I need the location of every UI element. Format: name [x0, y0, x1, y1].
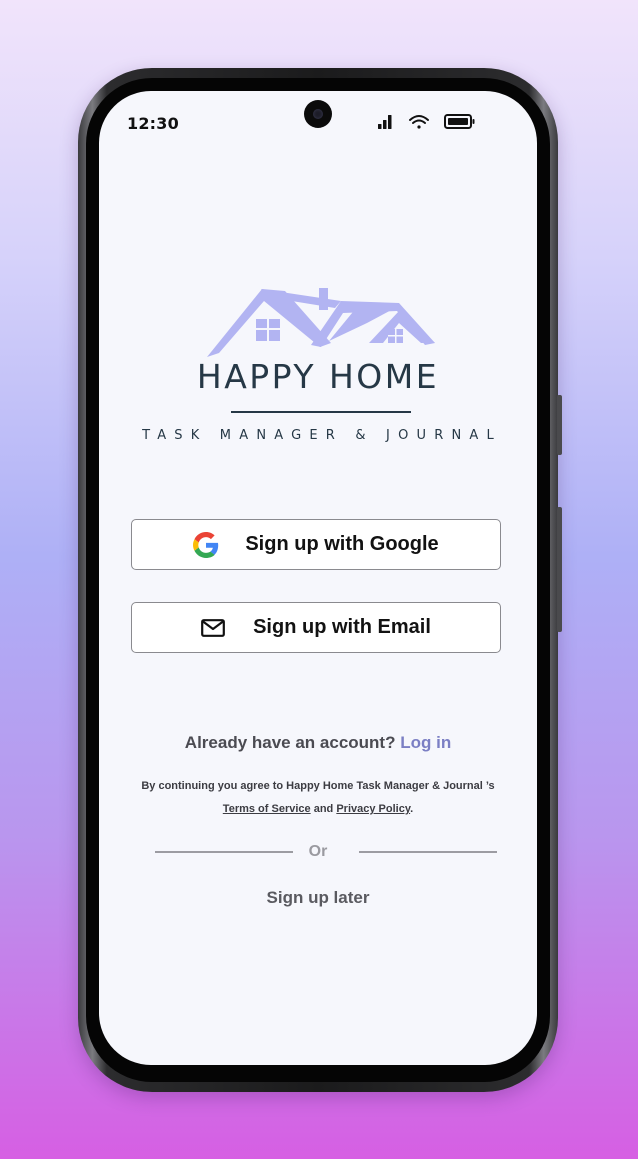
email-signup-button[interactable]: Sign up with Email	[131, 602, 501, 653]
login-link[interactable]: Log in	[400, 733, 451, 752]
status-icons	[378, 112, 478, 132]
status-time: 12:30	[127, 114, 179, 133]
battery-icon	[444, 114, 475, 129]
volume-button	[557, 395, 562, 455]
divider-right	[359, 851, 497, 853]
signal-icon	[378, 115, 392, 129]
house-logo-icon	[207, 288, 435, 357]
terms-notice: By continuing you agree to Happy Home Ta…	[139, 775, 497, 821]
brand-name: HAPPY HOME	[196, 357, 440, 396]
wifi-icon	[409, 115, 429, 129]
terms-of-service-link[interactable]: Terms of Service	[223, 803, 311, 815]
google-icon	[193, 531, 219, 558]
terms-suffix: .	[410, 803, 414, 815]
privacy-policy-link[interactable]: Privacy Policy	[336, 803, 410, 815]
front-camera	[304, 100, 332, 128]
email-signup-label: Sign up with Email	[253, 616, 431, 638]
sign-up-later-button[interactable]: Sign up later	[99, 888, 537, 908]
power-button	[557, 507, 562, 632]
app-screen: 12:30 HAPPY HOME TASK MANAGER & JOURNAL …	[99, 91, 537, 1065]
terms-prefix: By continuing you agree to Happy Home Ta…	[141, 780, 495, 792]
brand-tagline: TASK MANAGER & JOURNAL	[142, 428, 502, 443]
brand-divider	[231, 411, 411, 413]
google-signup-button[interactable]: Sign up with Google	[131, 519, 501, 570]
login-prompt-row: Already have an account? Log in	[99, 733, 537, 753]
terms-and: and	[313, 803, 334, 815]
mail-icon	[201, 618, 225, 637]
google-signup-label: Sign up with Google	[245, 533, 439, 555]
login-prompt: Already have an account?	[184, 733, 396, 752]
